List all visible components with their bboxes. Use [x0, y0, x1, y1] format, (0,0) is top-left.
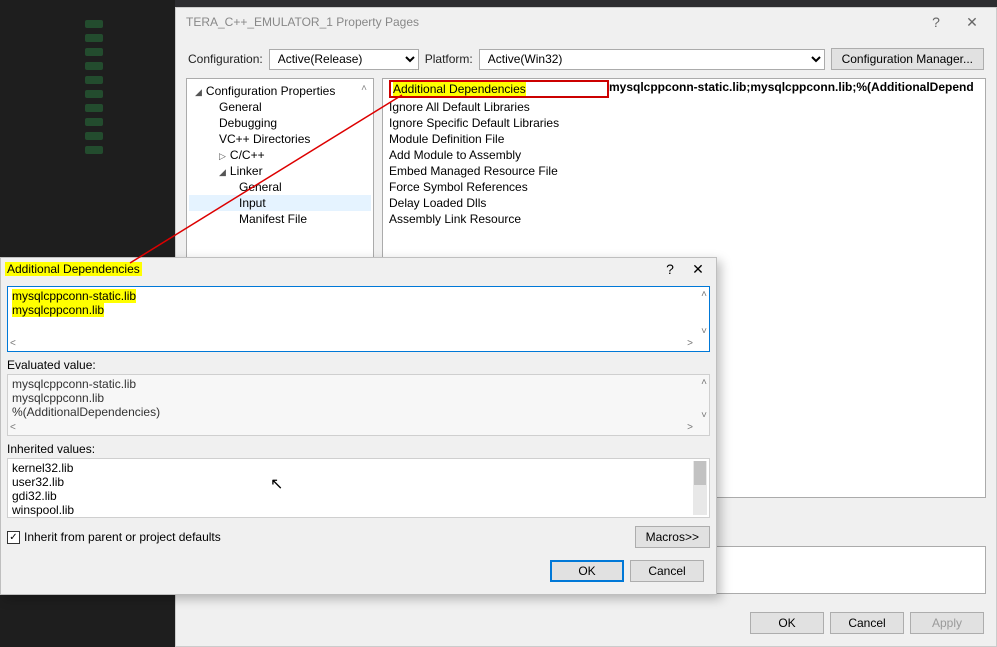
- cancel-button[interactable]: Cancel: [630, 560, 704, 582]
- config-toolbar: Configuration: Active(Release) Platform:…: [176, 36, 996, 78]
- editor-title: Additional Dependencies: [5, 262, 142, 276]
- scroll-up-icon[interactable]: ˄: [701, 377, 707, 388]
- evaluated-value-box: mysqlcppconn-static.lib mysqlcppconn.lib…: [7, 374, 710, 436]
- grid-value: mysqlcppconn-static.lib;mysqlcppconn.lib…: [609, 80, 985, 98]
- scroll-right-icon[interactable]: ˃: [687, 338, 693, 349]
- grid-row[interactable]: Delay Loaded Dlls: [383, 195, 985, 211]
- tree-scroll-up-icon[interactable]: ˄: [361, 83, 367, 94]
- tree-linker-general[interactable]: General: [189, 179, 371, 195]
- editor-titlebar[interactable]: Additional Dependencies ? ✕: [1, 258, 716, 280]
- grid-row[interactable]: Assembly Link Resource: [383, 211, 985, 227]
- scroll-left-icon[interactable]: ˂: [10, 338, 16, 349]
- ok-button[interactable]: OK: [550, 560, 624, 582]
- inherit-checkbox[interactable]: ✓ Inherit from parent or project default…: [7, 530, 221, 544]
- scroll-right-icon[interactable]: ˃: [687, 422, 693, 433]
- grid-row[interactable]: Add Module to Assembly: [383, 147, 985, 163]
- platform-select[interactable]: Active(Win32): [479, 49, 825, 70]
- help-icon[interactable]: ?: [918, 14, 954, 30]
- tree-linker-input[interactable]: Input: [189, 195, 371, 211]
- scrollbar[interactable]: [693, 461, 707, 515]
- grid-row[interactable]: Embed Managed Resource File: [383, 163, 985, 179]
- deps-textarea[interactable]: mysqlcppconn-static.lib mysqlcppconn.lib…: [7, 286, 710, 352]
- inherit-checkbox-label: Inherit from parent or project defaults: [24, 530, 221, 544]
- grid-key: Additional Dependencies: [393, 82, 526, 96]
- scroll-up-icon[interactable]: ˄: [701, 289, 707, 300]
- apply-button: Apply: [910, 612, 984, 634]
- scroll-left-icon[interactable]: ˂: [10, 422, 16, 433]
- tree-root[interactable]: Configuration Properties: [189, 83, 371, 99]
- help-icon[interactable]: ?: [656, 261, 684, 277]
- close-icon[interactable]: ✕: [954, 14, 990, 31]
- dialog-title: TERA_C++_EMULATOR_1 Property Pages: [186, 15, 419, 29]
- tree-linker[interactable]: Linker: [189, 163, 371, 179]
- configuration-label: Configuration:: [188, 52, 263, 66]
- macros-button[interactable]: Macros>>: [635, 526, 710, 548]
- scroll-down-icon[interactable]: ˅: [701, 326, 707, 337]
- inherited-values-box: kernel32.lib user32.lib gdi32.lib winspo…: [7, 458, 710, 518]
- grid-row[interactable]: Ignore All Default Libraries: [383, 99, 985, 115]
- tree-debugging[interactable]: Debugging: [189, 115, 371, 131]
- grid-row[interactable]: Force Symbol References: [383, 179, 985, 195]
- titlebar[interactable]: TERA_C++_EMULATOR_1 Property Pages ? ✕: [176, 8, 996, 36]
- platform-label: Platform:: [425, 52, 473, 66]
- configuration-select[interactable]: Active(Release): [269, 49, 419, 70]
- tree-linker-manifest[interactable]: Manifest File: [189, 211, 371, 227]
- ok-button[interactable]: OK: [750, 612, 824, 634]
- grid-row[interactable]: Module Definition File: [383, 131, 985, 147]
- grid-row-additional-deps[interactable]: Additional Dependencies mysqlcppconn-sta…: [383, 79, 985, 99]
- close-icon[interactable]: ✕: [684, 261, 712, 278]
- config-manager-button[interactable]: Configuration Manager...: [831, 48, 984, 70]
- evaluated-label: Evaluated value:: [7, 358, 710, 372]
- inherited-label: Inherited values:: [7, 442, 710, 456]
- tree-cc[interactable]: C/C++: [189, 147, 371, 163]
- grid-row[interactable]: Ignore Specific Default Libraries: [383, 115, 985, 131]
- scroll-down-icon[interactable]: ˅: [701, 410, 707, 421]
- additional-deps-editor-dialog: Additional Dependencies ? ✕ mysqlcppconn…: [0, 257, 717, 595]
- tree-general[interactable]: General: [189, 99, 371, 115]
- cancel-button[interactable]: Cancel: [830, 612, 904, 634]
- tree-vcdirs[interactable]: VC++ Directories: [189, 131, 371, 147]
